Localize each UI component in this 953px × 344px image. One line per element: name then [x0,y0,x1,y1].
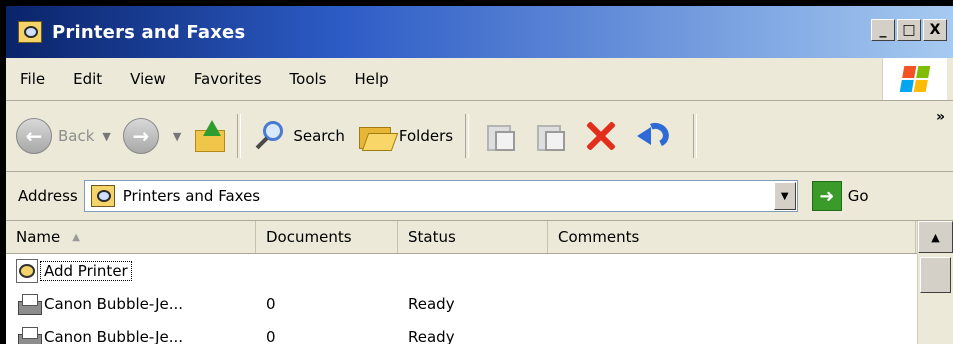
search-icon [253,119,287,153]
printer-list-view: Name ▲ Documents Status Comments L Add P… [6,221,953,344]
move-to-icon[interactable] [485,121,516,151]
list-item[interactable]: Canon Bubble-Je... 0 Ready [6,287,918,320]
close-button[interactable]: X [923,19,947,41]
printer-icon [16,293,42,315]
go-arrow-icon: ➜ [811,181,842,211]
menu-tools[interactable]: Tools [276,70,341,88]
column-header-documents[interactable]: Documents [256,221,398,253]
explorer-window: Printers and Faxes _ □ X File Edit View … [0,0,953,344]
copy-to-icon[interactable] [535,121,566,151]
menu-file[interactable]: File [6,70,59,88]
search-label: Search [293,127,345,145]
address-dropdown-button[interactable]: ▼ [773,182,796,210]
forward-arrow-icon: → [122,118,159,154]
menu-bar: File Edit View Favorites Tools Help [6,58,953,101]
column-header-status[interactable]: Status [398,221,548,253]
list-item-name-cell: Canon Bubble-Je... [6,293,256,315]
forward-button[interactable]: → ▼ [117,113,187,159]
printers-folder-icon [90,185,115,207]
go-button[interactable]: ➜ Go [811,181,869,211]
list-rows: Add Printer Canon Bubble-Je... 0 Ready C… [6,254,918,344]
toolbar-overflow-chevron-icon[interactable]: » [936,109,945,125]
list-item-documents: 0 [266,327,276,344]
menu-favorites[interactable]: Favorites [180,70,276,88]
maximize-button[interactable]: □ [897,19,921,41]
column-header-comments[interactable]: Comments [548,221,916,253]
up-button[interactable] [187,113,231,159]
scroll-thumb[interactable] [920,257,951,293]
sort-ascending-icon: ▲ [72,231,80,243]
address-value: Printers and Faxes [122,187,261,205]
list-item-name-cell: Canon Bubble-Je... [6,326,256,344]
list-item-status: Ready [408,294,455,313]
printer-icon [16,326,42,344]
standard-toolbar: ← Back ▼ → ▼ Search Folders » [6,101,953,172]
folders-label: Folders [398,127,454,145]
undo-icon[interactable] [635,119,675,153]
list-item-documents: 0 [266,294,276,313]
list-item[interactable]: Canon Bubble-Je... 0 Ready [6,320,918,344]
caption-buttons: _ □ X [871,19,947,41]
back-button[interactable]: ← Back ▼ [6,113,117,159]
list-item-name: Canon Bubble-Je... [44,327,184,344]
address-input[interactable]: Printers and Faxes ▼ [83,180,798,212]
folders-icon [357,121,399,151]
add-printer-icon [16,258,38,283]
toolbar-separator [693,114,698,158]
address-label: Address [18,187,78,205]
menu-help[interactable]: Help [341,70,403,88]
menu-edit[interactable]: Edit [59,70,116,88]
window-title: Printers and Faxes [52,21,246,43]
column-name-label: Name [16,228,61,246]
menu-view[interactable]: View [116,70,180,88]
back-dropdown-icon[interactable]: ▼ [102,130,110,143]
windows-logo [882,58,947,100]
address-bar: Address Printers and Faxes ▼ ➜ Go [6,172,953,221]
printers-folder-icon [18,21,42,43]
toolbar-separator [465,114,470,158]
list-item-status: Ready [408,327,455,344]
vertical-scrollbar[interactable]: ▲ [917,221,953,344]
back-label: Back [58,127,95,145]
list-item-name-cell: Add Printer [6,258,256,283]
column-header-name[interactable]: Name ▲ [6,221,256,253]
scroll-up-button[interactable]: ▲ [918,221,953,253]
title-bar[interactable]: Printers and Faxes _ □ X [6,6,953,58]
list-item-name: Add Printer [40,260,132,281]
list-item[interactable]: Add Printer [6,254,918,287]
column-headers: Name ▲ Documents Status Comments L [6,221,953,254]
windows-flag-icon [899,66,931,92]
toolbar-separator [237,114,242,158]
minimize-button[interactable]: _ [871,19,895,41]
search-button[interactable]: Search [247,113,351,159]
go-label: Go [847,187,869,205]
up-folder-icon [193,120,226,152]
forward-dropdown-icon[interactable]: ▼ [173,130,181,143]
back-arrow-icon: ← [16,118,52,154]
delete-icon[interactable] [583,118,619,154]
list-item-name: Canon Bubble-Je... [44,294,184,313]
folders-button[interactable]: Folders [351,113,459,159]
